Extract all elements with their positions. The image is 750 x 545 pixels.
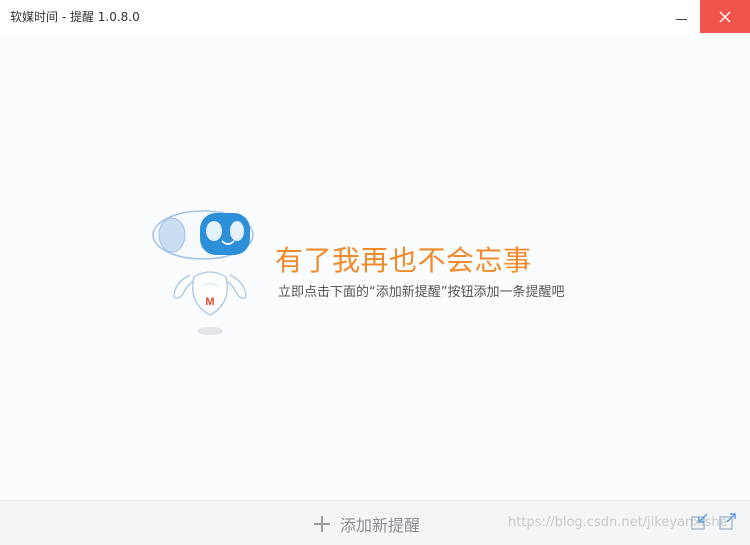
- window-title: 软媒时间 - 提醒 1.0.8.0: [10, 10, 140, 24]
- close-button[interactable]: [700, 0, 750, 33]
- shrink-window-icon: [691, 513, 708, 530]
- add-reminder-label: 添加新提醒: [340, 516, 421, 535]
- empty-state-illustration: M: [148, 207, 268, 341]
- bottom-toolbar: 添加新提醒 https://blog.csdn.net/jikeyanxishe: [0, 500, 750, 545]
- empty-state-hint: 立即点击下面的“添加新提醒”按钮添加一条提醒吧: [278, 285, 565, 300]
- minimize-button[interactable]: [658, 0, 704, 33]
- minimize-icon: [675, 19, 687, 20]
- add-reminder-button[interactable]: 添加新提醒: [312, 510, 420, 538]
- close-icon: [719, 11, 731, 22]
- expand-window-button[interactable]: [718, 511, 738, 531]
- empty-state-headline: 有了我再也不会忘事: [275, 244, 532, 277]
- expand-window-icon: [719, 513, 736, 530]
- robot-mascot-icon: M: [152, 210, 254, 335]
- title-bar: 软媒时间 - 提醒 1.0.8.0: [0, 0, 750, 33]
- main-area: M 有了我再也不会忘事 立即点击下面的“添加新提醒”按钮添加一条提醒吧: [0, 33, 750, 500]
- shrink-window-button[interactable]: [690, 511, 710, 531]
- svg-text:M: M: [205, 296, 214, 308]
- plus-icon: [312, 514, 332, 534]
